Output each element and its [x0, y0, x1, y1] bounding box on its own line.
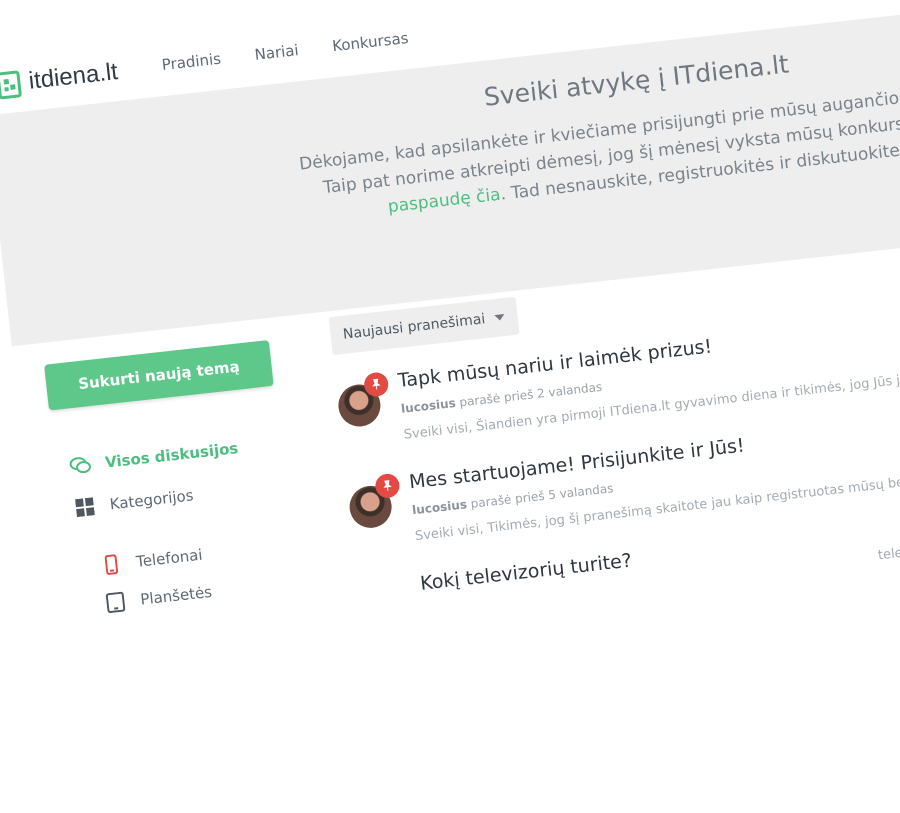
sidebar-item-tablets[interactable]: Planšetės [104, 582, 213, 614]
discussion-excerpt: televizorių ir įsigi [877, 536, 900, 564]
sidebar-item-all-discussions[interactable]: Visos diskusijos [68, 438, 239, 477]
caret-down-icon [494, 313, 506, 322]
post-time: parašė prieš 2 valandas [458, 379, 603, 410]
logo-text: itdiena.lt [27, 58, 120, 95]
phone-icon [99, 553, 123, 575]
sidebar-item-categories[interactable]: Kategorijos [73, 485, 195, 518]
new-discussion-button[interactable]: Sukurti naują temą [44, 340, 274, 411]
chat-bubbles-icon [68, 454, 92, 476]
sidebar-item-label: Telefonai [135, 545, 204, 571]
author-name[interactable]: lucosius [400, 396, 456, 416]
nav-contest[interactable]: Konkursas [331, 29, 409, 55]
site-logo[interactable]: itdiena.lt [0, 55, 120, 102]
sidebar-item-label: Kategorijos [108, 486, 195, 514]
author-name[interactable]: lucosius [411, 497, 467, 517]
post-time: parašė prieš 5 valandas [469, 481, 615, 511]
sort-label: Naujausi pranešimai [342, 311, 487, 343]
page: itdiena.lt Pradinis Nariai Konkursas Sve… [0, 0, 900, 813]
sidebar-item-label: Visos diskusijos [104, 439, 240, 472]
sidebar-item-label: Planšetės [139, 582, 213, 609]
main-nav: Pradinis Nariai Konkursas [161, 25, 443, 74]
sidebar-item-phones[interactable]: Telefonai [99, 545, 203, 576]
logo-icon [0, 70, 22, 100]
tablet-icon [104, 591, 128, 614]
nav-members[interactable]: Nariai [254, 41, 300, 64]
nav-home[interactable]: Pradinis [161, 50, 222, 74]
discussion-title[interactable]: Tapk mūsų nariu ir laimėk prizus! [397, 335, 713, 392]
grid-icon [73, 496, 97, 518]
